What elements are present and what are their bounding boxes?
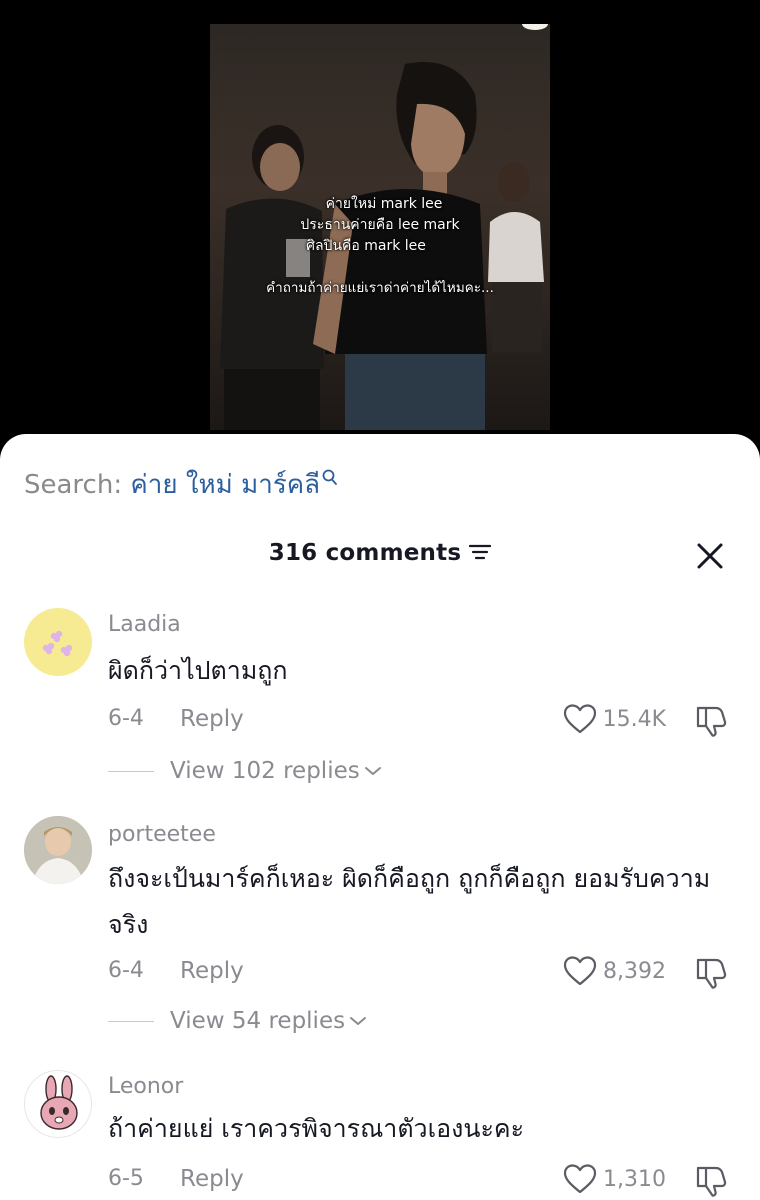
video-overlay-line: ค่ายใหม่ mark lee [325, 196, 443, 212]
divider-line [108, 1020, 154, 1022]
comment-text: ถึงจะเป้นมาร์คก็เหอะ ผิดก็คือถูก ถูกก็คื… [108, 864, 711, 939]
video-overlay-line: ศิลปินคือ mark lee [306, 238, 426, 254]
thumbs-down-icon[interactable] [694, 704, 728, 738]
view-replies-button[interactable]: View 54 replies [108, 1006, 367, 1036]
like-button[interactable]: 15.4K [563, 704, 666, 734]
avatar[interactable] [24, 608, 92, 676]
comment-count: 316 comments [268, 540, 462, 566]
sort-icon[interactable] [469, 543, 492, 565]
user-photo-icon [24, 816, 92, 884]
reply-button[interactable]: Reply [180, 706, 244, 732]
dislike-button[interactable] [694, 1164, 728, 1200]
dislike-button[interactable] [694, 956, 728, 996]
comment-username[interactable]: Laadia [108, 612, 181, 637]
chevron-down-icon [350, 1017, 367, 1025]
heart-icon[interactable] [563, 956, 597, 986]
thumbs-down-icon[interactable] [694, 956, 728, 990]
view-replies-button[interactable]: View 102 replies [108, 756, 382, 786]
like-button[interactable]: 1,310 [563, 1164, 666, 1194]
comments-header: 316 comments [0, 534, 760, 578]
like-count: 1,310 [603, 1166, 666, 1192]
like-button[interactable]: 8,392 [563, 956, 666, 986]
video-player[interactable]: ค่ายใหม่ mark lee ประธานค่ายคือ lee mark… [0, 0, 760, 460]
comment-item: porteetee ถึงจะเป้นมาร์คก็เหอะ ผิดก็คือถ… [0, 816, 760, 1056]
search-icon[interactable] [322, 464, 338, 494]
chevron-down-icon [364, 767, 381, 775]
comment-date: 6-5 [108, 1166, 144, 1191]
dislike-button[interactable] [694, 704, 728, 744]
avatar[interactable] [24, 816, 92, 884]
divider-line [108, 770, 154, 772]
comment-meta: 6-4 Reply 8,392 [108, 956, 728, 990]
comment-username[interactable]: Leonor [108, 1074, 183, 1099]
search-term-link[interactable]: ค่าย ใหม่ มาร์คลี [130, 470, 320, 500]
comment-date: 6-4 [108, 706, 144, 731]
heart-icon[interactable] [563, 1164, 597, 1194]
like-count: 8,392 [603, 958, 666, 984]
video-overlay-line: คำถามถ้าค่ายแย่เราด่าค่ายได้ไหมคะ... [266, 280, 494, 296]
video-frame[interactable]: ค่ายใหม่ mark lee ประธานค่ายคือ lee mark… [210, 24, 550, 430]
close-icon[interactable] [696, 542, 724, 570]
flower-icon [42, 630, 73, 657]
reply-button[interactable]: Reply [180, 958, 244, 984]
view-replies-label: View 54 replies [170, 1008, 346, 1034]
comment-text: ถ้าค่ายแย่ เราควรพิจารณาตัวเองนะคะ [108, 1114, 525, 1143]
comment-meta: 6-5 Reply 1,310 [108, 1164, 728, 1198]
reply-button[interactable]: Reply [180, 1166, 244, 1192]
comment-meta: 6-4 Reply 15.4K [108, 704, 728, 738]
heart-icon[interactable] [563, 704, 597, 734]
comment-date: 6-4 [108, 958, 144, 983]
like-count: 15.4K [602, 706, 666, 732]
search-suggestion[interactable]: Search: ค่าย ใหม่ มาร์คลี [24, 464, 338, 505]
search-label: Search: [24, 470, 123, 500]
comment-username[interactable]: porteetee [108, 822, 216, 847]
avatar[interactable] [24, 1070, 92, 1138]
comment-item: Leonor ถ้าค่ายแย่ เราควรพิจารณาตัวเองนะค… [0, 1068, 760, 1200]
comments-sheet: Search: ค่าย ใหม่ มาร์คลี 316 comments L… [0, 434, 760, 1200]
comment-item: Laadia ผิดก็ว่าไปตามถูก 6-4 Reply 15.4K … [0, 606, 760, 796]
bunny-icon [40, 1075, 78, 1130]
thumbs-down-icon[interactable] [694, 1164, 728, 1198]
view-replies-label: View 102 replies [170, 758, 360, 784]
comment-count-wrap: 316 comments [0, 540, 760, 566]
video-overlay-line: ประธานค่ายคือ lee mark [300, 217, 460, 233]
comment-text: ผิดก็ว่าไปตามถูก [108, 656, 288, 685]
